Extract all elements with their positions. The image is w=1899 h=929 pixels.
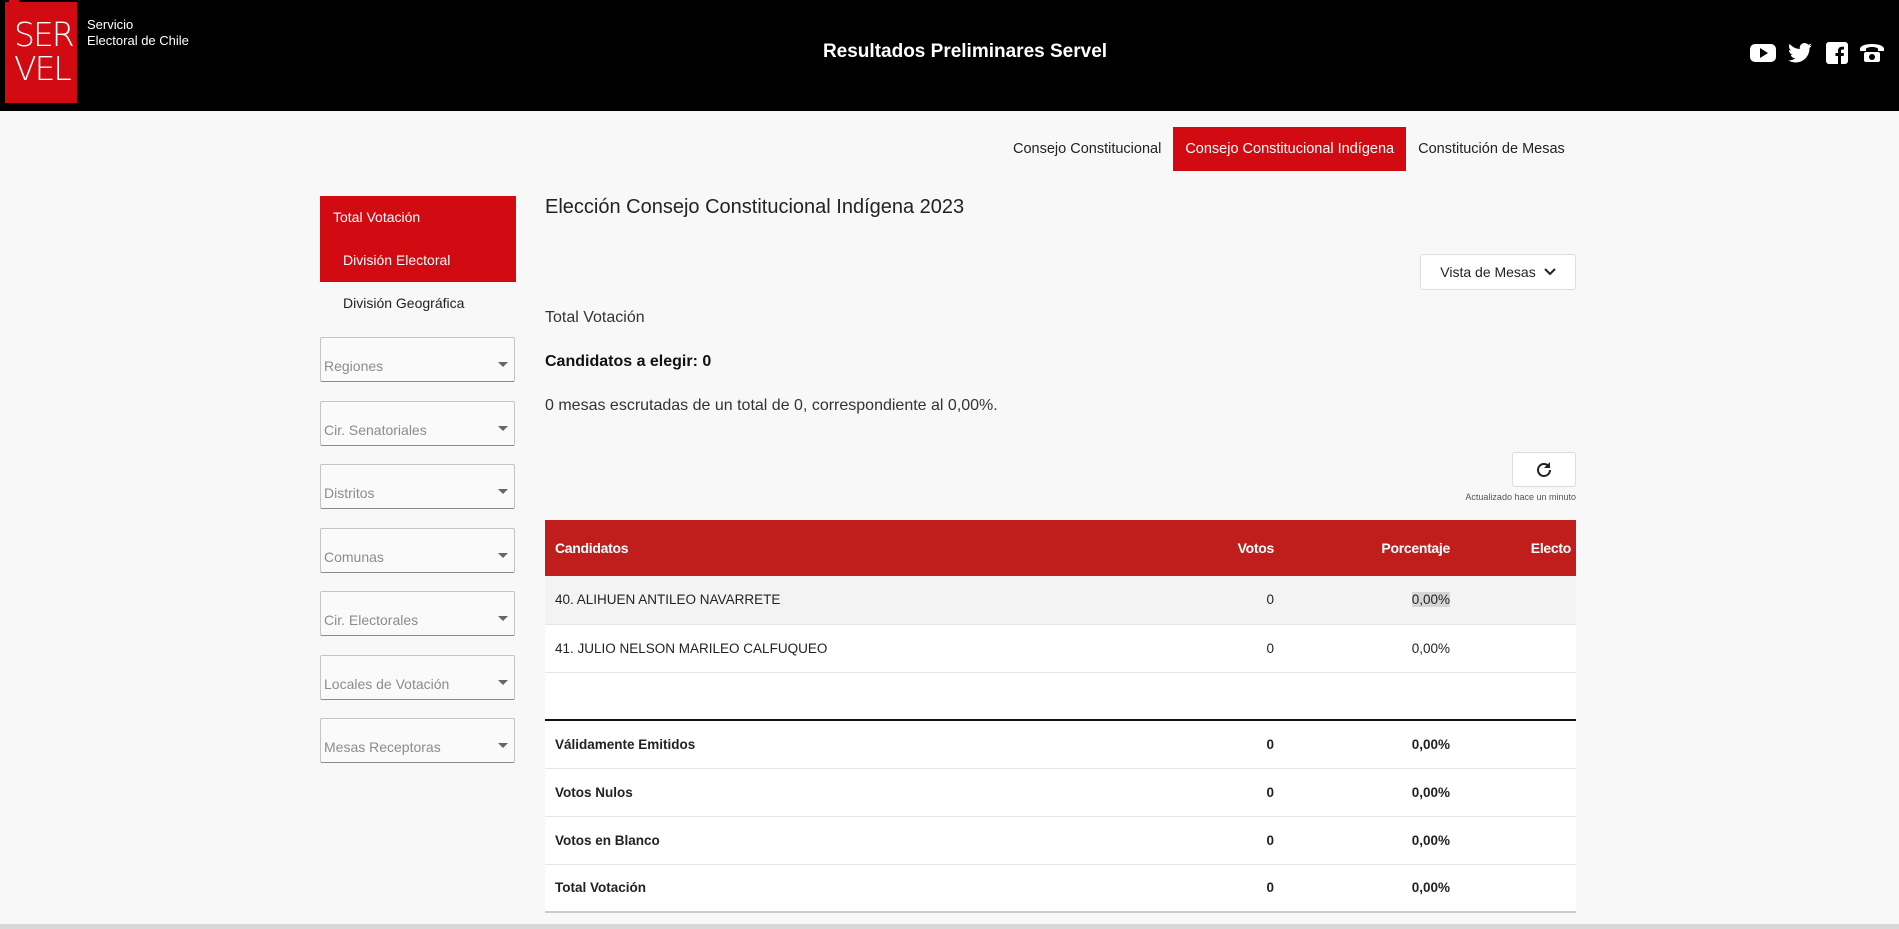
section-label: Total Votación (545, 309, 645, 326)
chevron-down-icon (498, 553, 508, 558)
tab-consejo-constitucional[interactable]: Consejo Constitucional (1001, 127, 1173, 171)
locales-de-votacion-select[interactable]: Locales de Votación (320, 655, 515, 700)
summary-votes: 0 (1164, 816, 1284, 865)
page-title: Resultados Preliminares Servel (822, 41, 1108, 62)
chevron-down-icon (1544, 268, 1556, 276)
candidate-pct: 0,00% (1284, 624, 1460, 673)
summary-electo (1460, 864, 1576, 913)
chevron-down-icon (498, 489, 508, 494)
summary-row: Total Votación 0 0,00% (545, 864, 1576, 913)
table-row: 41. JULIO NELSON MARILEO CALFUQUEO 0 0,0… (545, 624, 1576, 673)
header-electo[interactable]: Electo (1460, 520, 1576, 576)
election-title: Elección Consejo Constitucional Indígena… (545, 196, 965, 218)
results-table: Candidatos Votos Porcentaje Electo 40. A… (545, 520, 1576, 913)
mesas-receptoras-select[interactable]: Mesas Receptoras (320, 718, 515, 763)
summary-row: Válidamente Emitidos 0 0,00% (545, 720, 1576, 769)
summary-pct: 0,00% (1284, 768, 1460, 817)
bottom-border (0, 924, 1899, 929)
table-row: 40. ALIHUEN ANTILEO NAVARRETE 0 0,00% (545, 576, 1576, 625)
summary-label: Votos Nulos (545, 768, 1164, 817)
refresh-button[interactable] (1512, 452, 1576, 487)
facebook-icon[interactable] (1826, 40, 1848, 66)
summary-votes: 0 (1164, 768, 1284, 817)
header-porcentaje[interactable]: Porcentaje (1284, 520, 1460, 576)
top-bar: SER VEL Servicio Electoral de Chile Resu… (0, 0, 1899, 111)
candidate-votes: 0 (1164, 576, 1284, 625)
summary-label: Total Votación (545, 864, 1164, 913)
regiones-placeholder: Regiones (324, 358, 384, 374)
cir-electorales-placeholder: Cir. Electorales (324, 612, 419, 628)
phone-icon[interactable] (1858, 40, 1886, 66)
cir-electorales-select[interactable]: Cir. Electorales (320, 591, 515, 636)
regiones-select[interactable]: Regiones (320, 337, 515, 382)
candidate-name: 41. JULIO NELSON MARILEO CALFUQUEO (545, 624, 1164, 673)
summary-label: Votos en Blanco (545, 816, 1164, 865)
candidate-electo (1460, 576, 1576, 625)
chevron-down-icon (498, 362, 508, 367)
sidebar-item-division-electoral[interactable]: División Electoral (320, 239, 516, 282)
summary-row: Votos Nulos 0 0,00% (545, 768, 1576, 817)
summary-electo (1460, 768, 1576, 817)
summary-electo (1460, 816, 1576, 865)
mesas-status: 0 mesas escrutadas de un total de 0, cor… (545, 397, 998, 414)
spacer-cell (1284, 672, 1460, 721)
cir-senatoriales-placeholder: Cir. Senatoriales (324, 422, 427, 438)
table-header-row: Candidatos Votos Porcentaje Electo (545, 520, 1576, 576)
summary-pct: 0,00% (1284, 720, 1460, 769)
summary-votes: 0 (1164, 864, 1284, 913)
summary-pct: 0,00% (1284, 816, 1460, 865)
sidebar: Total Votación División Electoral Divisi… (320, 196, 516, 325)
vista-de-mesas-label: Vista de Mesas (1440, 264, 1536, 280)
twitter-icon[interactable] (1788, 40, 1812, 66)
candidate-pct: 0,00% (1411, 592, 1450, 608)
tab-constitucion-de-mesas[interactable]: Constitución de Mesas (1406, 127, 1577, 171)
candidate-votes: 0 (1164, 624, 1284, 673)
chevron-down-icon (498, 743, 508, 748)
spacer-cell (545, 672, 1164, 721)
tab-consejo-constitucional-indigena[interactable]: Consejo Constitucional Indígena (1173, 127, 1407, 171)
header-votos[interactable]: Votos (1164, 520, 1284, 576)
candidate-name: 40. ALIHUEN ANTILEO NAVARRETE (545, 576, 1164, 625)
distritos-placeholder: Distritos (324, 485, 375, 501)
sidebar-item-total-votacion[interactable]: Total Votación (320, 196, 516, 239)
summary-row: Votos en Blanco 0 0,00% (545, 816, 1576, 865)
distritos-select[interactable]: Distritos (320, 464, 515, 509)
vista-de-mesas-button[interactable]: Vista de Mesas (1420, 254, 1576, 290)
summary-votes: 0 (1164, 720, 1284, 769)
comunas-select[interactable]: Comunas (320, 528, 515, 573)
spacer-cell (1460, 672, 1576, 721)
spacer-cell (1164, 672, 1284, 721)
sidebar-item-division-geografica[interactable]: División Geográfica (320, 282, 516, 325)
org-name-line-1: Servicio (87, 17, 134, 32)
header-candidatos[interactable]: Candidatos (545, 520, 1164, 576)
summary-electo (1460, 720, 1576, 769)
youtube-icon[interactable] (1750, 40, 1776, 66)
chevron-down-icon (498, 616, 508, 621)
last-updated: Actualizado hace un minuto (1465, 492, 1576, 502)
refresh-icon (1537, 461, 1551, 477)
table-spacer-row (545, 672, 1576, 721)
cir-senatoriales-select[interactable]: Cir. Senatoriales (320, 401, 515, 446)
mesas-receptoras-placeholder: Mesas Receptoras (324, 739, 441, 755)
summary-pct: 0,00% (1284, 864, 1460, 913)
chevron-down-icon (498, 680, 508, 685)
candidate-pct-cell: 0,00% (1284, 576, 1460, 625)
comunas-placeholder: Comunas (324, 549, 384, 565)
chevron-down-icon (498, 426, 508, 431)
locales-de-votacion-placeholder: Locales de Votación (324, 676, 450, 692)
candidate-electo (1460, 624, 1576, 673)
summary-label: Válidamente Emitidos (545, 720, 1164, 769)
election-tabs: Consejo Constitucional Consejo Constituc… (1001, 127, 1577, 171)
candidates-to-elect: Candidatos a elegir: 0 (545, 353, 712, 370)
